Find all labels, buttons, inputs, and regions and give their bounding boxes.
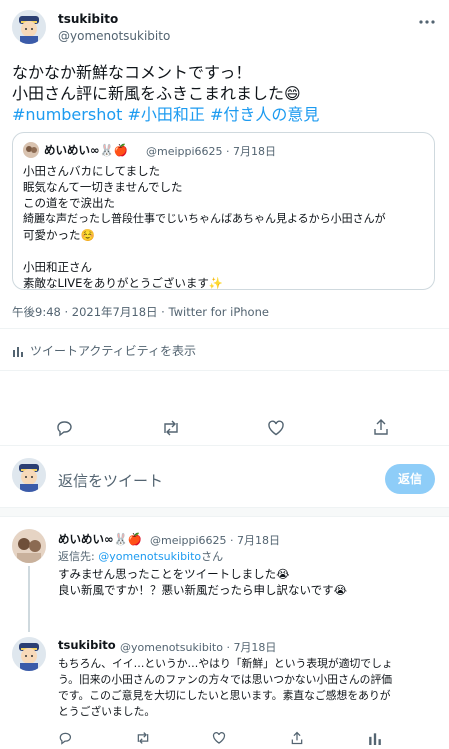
tweet-activity-label: ツイートアクティビティを表示 — [30, 344, 196, 358]
reply-input[interactable]: 返信をツイート — [58, 470, 368, 491]
quoted-tweet-card[interactable]: めいめい∞🐰🍎 @meippi6625 · 7月18日 小田さんバカにしてました… — [12, 132, 435, 290]
tweet-text-line: 小田さん評に新風をふきこまれました😄 — [12, 84, 301, 103]
tweet-text-line: なかなか新鮮なコメントですっ！ — [12, 63, 252, 82]
my-avatar[interactable] — [12, 458, 46, 492]
tweet-author-handle[interactable]: @yomenotsukibito — [58, 29, 170, 43]
quoted-author-name: めいめい∞🐰🍎 — [44, 143, 129, 157]
reply-icon[interactable] — [55, 419, 73, 437]
quoted-text-line: 小田和正さん — [23, 260, 92, 274]
thread-line — [28, 566, 30, 632]
reply-text-line: う。旧来の小田さんのファンの方々では思いつかない小田さんの評価 — [58, 673, 393, 686]
quoted-author-handle: @meippi6625 · 7月18日 — [146, 145, 277, 158]
reply-to-suffix: さん — [201, 550, 224, 563]
divider — [0, 445, 449, 446]
reply-text: もちろん、イイ…というか…やはり「新鮮」という表現が適切でしょ う。旧来の小田さ… — [58, 656, 393, 720]
reply-avatar[interactable] — [12, 637, 46, 671]
quoted-avatar — [23, 142, 39, 158]
quoted-text-line: 綺麗な声だったし普段仕事でじいちゃんばあちゃん見よるから小田さんが — [23, 212, 386, 225]
reply-to: 返信先: @yomenotsukibitoさん — [58, 548, 223, 564]
divider — [0, 328, 449, 329]
reply-to-prefix: 返信先: — [58, 550, 99, 563]
reply-text-line: もちろん、イイ…というか…やはり「新鮮」という表現が適切でしょ — [58, 657, 393, 670]
reply-text-line: すみません思ったことをツイートしました😭 — [58, 567, 290, 581]
quoted-text-line: 素敵なLIVEをありがとうございます✨ — [23, 276, 224, 290]
like-icon[interactable] — [267, 419, 285, 437]
more-options-icon[interactable] — [418, 13, 436, 31]
analytics-icon[interactable] — [368, 731, 382, 745]
reply-meta[interactable]: @yomenotsukibito · 7月18日 — [120, 639, 276, 655]
retweet-icon[interactable] — [161, 419, 181, 437]
quoted-tweet-text: 小田さんバカにしてました 眠気なんて一切きませんでした この道をで涙出た 綺麗な… — [23, 163, 386, 291]
share-icon[interactable] — [372, 418, 390, 436]
reply-author-name[interactable]: めいめい∞🐰🍎 — [58, 531, 142, 547]
tweet-author-name[interactable]: tsukibito — [58, 12, 118, 26]
divider — [0, 370, 449, 371]
reply-meta[interactable]: @meippi6625 · 7月18日 — [150, 532, 280, 548]
avatar-illustration — [12, 10, 46, 44]
tweet-text: なかなか新鮮なコメントですっ！ 小田さん評に新風をふきこまれました😄 #numb… — [12, 62, 319, 125]
reply-author-name[interactable]: tsukibito — [58, 638, 116, 652]
quoted-text-line: この道をで涙出た — [23, 196, 115, 210]
reply-avatar[interactable] — [12, 529, 46, 563]
section-separator — [0, 507, 449, 517]
tweet-activity-link[interactable]: ツイートアクティビティを表示 — [12, 342, 196, 359]
reply-button[interactable]: 返信 — [385, 464, 435, 494]
reply-text-line: です。このご意見を大切にしたいと思います。素直なご感想をありが — [58, 689, 391, 702]
reply-text-line: とうございました。 — [58, 705, 156, 718]
quoted-text-line: 小田さんバカにしてました — [23, 164, 161, 178]
avatar[interactable] — [12, 10, 46, 44]
quoted-text-line — [23, 243, 386, 259]
reply-to-handle[interactable]: @yomenotsukibito — [98, 550, 201, 563]
like-icon[interactable] — [212, 731, 226, 745]
quoted-text-line: 可愛かった☺️ — [23, 228, 95, 242]
reply-text-line: 良い新風ですか！？悪い新風だったら申し訳ないです😭 — [58, 583, 348, 597]
reply-text: すみません思ったことをツイートしました😭 良い新風ですか！？悪い新風だったら申し… — [58, 566, 347, 598]
reply-icon[interactable] — [58, 731, 72, 745]
tweet-hashtags[interactable]: #numbershot #小田和正 #付き人の意見 — [12, 104, 319, 125]
analytics-icon — [12, 345, 24, 357]
share-icon[interactable] — [290, 731, 304, 745]
tweet-timestamp[interactable]: 午後9:48 · 2021年7月18日 · Twitter for iPhone — [12, 304, 269, 320]
retweet-icon[interactable] — [135, 731, 151, 745]
quoted-text-line: 眠気なんて一切きませんでした — [23, 180, 183, 194]
